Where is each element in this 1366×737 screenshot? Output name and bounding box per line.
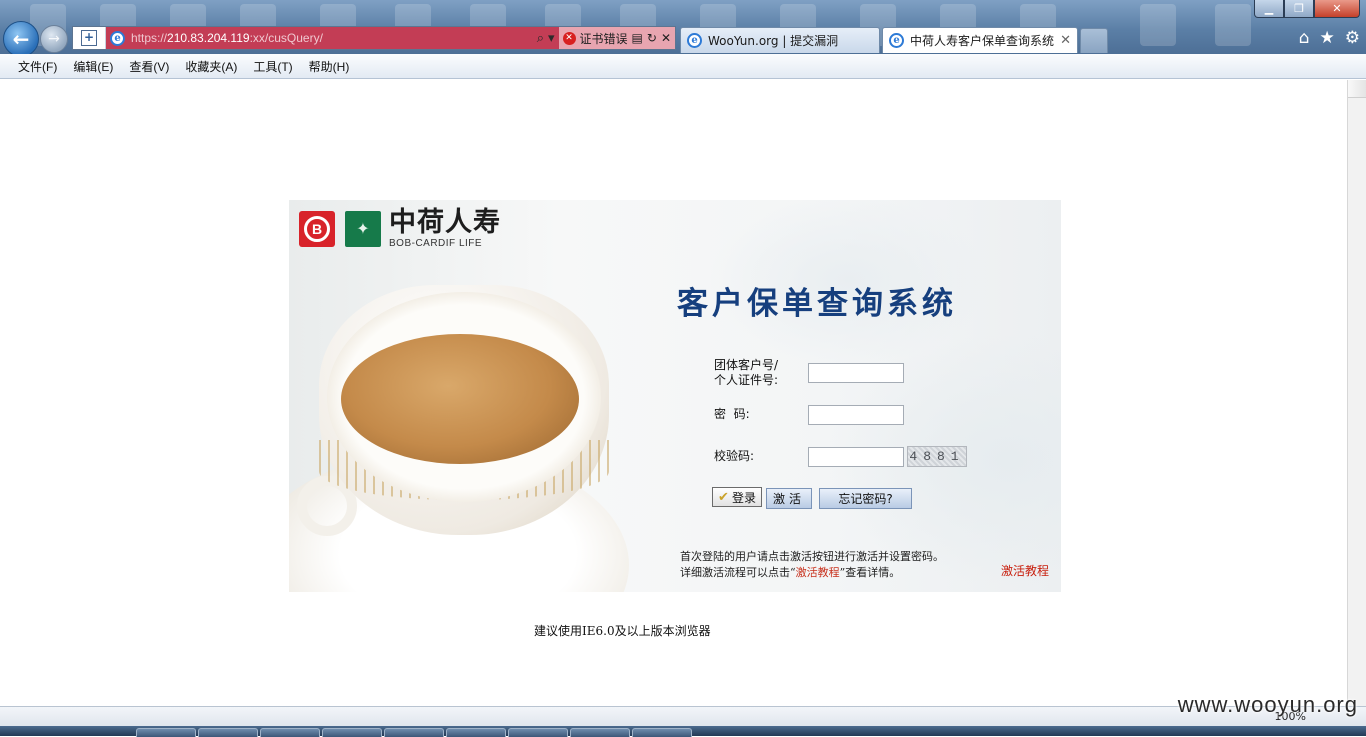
- status-bar: 100%: [0, 706, 1366, 727]
- dropdown-arrow-icon[interactable]: ▾: [548, 31, 555, 46]
- tab-title: 中荷人寿客户保单查询系统: [910, 34, 1055, 48]
- compatibility-button[interactable]: +: [73, 27, 106, 49]
- close-icon: ✕: [1332, 2, 1342, 15]
- company-logo: B ✦ 中荷人寿 BOB-CARDIF LIFE: [299, 208, 501, 249]
- menu-bar: 文件(F) 编辑(E) 查看(V) 收藏夹(A) 工具(T) 帮助(H): [0, 54, 1366, 79]
- browser-advice: 建议使用IE6.0及以上版本浏览器: [534, 624, 711, 638]
- captcha-input[interactable]: [808, 447, 904, 467]
- search-icon[interactable]: ⌕: [537, 31, 544, 46]
- add-site-icon: +: [81, 30, 97, 46]
- captcha-label: 校验码:: [714, 449, 755, 463]
- settings-gear-icon[interactable]: ⚙: [1345, 28, 1360, 48]
- tab-policy-query[interactable]: e 中荷人寿客户保单查询系统 ✕: [882, 27, 1078, 53]
- home-icon[interactable]: ⌂: [1299, 28, 1310, 48]
- back-button[interactable]: ←: [3, 21, 39, 54]
- ie-page-icon: e: [110, 30, 125, 46]
- menu-edit[interactable]: 编辑(E): [73, 58, 113, 75]
- forgot-password-button[interactable]: 忘记密码?: [819, 488, 912, 509]
- close-window-button[interactable]: ✕: [1314, 0, 1360, 18]
- vertical-scrollbar[interactable]: [1347, 80, 1366, 706]
- activation-tutorial-link[interactable]: 激活教程: [1001, 562, 1049, 579]
- arrow-right-icon: →: [48, 31, 60, 47]
- menu-help[interactable]: 帮助(H): [309, 58, 350, 75]
- new-tab-button[interactable]: [1080, 28, 1108, 53]
- customer-id-input[interactable]: [808, 363, 904, 383]
- forward-button[interactable]: →: [40, 25, 68, 53]
- ie-tab-icon: e: [687, 33, 702, 48]
- arrow-left-icon: ←: [12, 27, 30, 51]
- tab-wooyun[interactable]: e WooYun.org | 提交漏洞: [680, 27, 880, 53]
- ie-tab-icon: e: [889, 33, 904, 48]
- menu-favorites[interactable]: 收藏夹(A): [185, 58, 237, 75]
- page-title: 客户保单查询系统: [677, 286, 957, 322]
- favorites-star-icon[interactable]: ★: [1320, 28, 1335, 48]
- login-button[interactable]: ✔ 登录: [712, 487, 762, 507]
- password-label: 密 码:: [714, 407, 750, 421]
- error-x-icon: ✕: [562, 31, 576, 45]
- url-field[interactable]: e https://210.83.204.119:xx/cusQuery/: [106, 27, 537, 49]
- certificate-error-label: 证书错误: [579, 31, 628, 46]
- address-bar[interactable]: + e https://210.83.204.119:xx/cusQuery/ …: [72, 26, 676, 50]
- captcha-image[interactable]: 4881: [907, 446, 967, 467]
- restore-icon: ❐: [1294, 2, 1304, 15]
- stop-icon[interactable]: ✕: [661, 31, 671, 45]
- bank-logo-icon: B: [299, 210, 335, 247]
- logo-english-name: BOB-CARDIF LIFE: [389, 238, 483, 249]
- cardif-logo-icon: ✦: [345, 210, 381, 247]
- logo-chinese-name: 中荷人寿: [389, 207, 501, 238]
- minimize-icon: ▁: [1264, 2, 1274, 15]
- refresh-icon[interactable]: ↻: [647, 31, 657, 45]
- url-path: :xx/cusQuery/: [249, 31, 323, 45]
- watermark: www.wooyun.org: [1177, 692, 1358, 717]
- login-banner: B ✦ 中荷人寿 BOB-CARDIF LIFE 客户保单查询系统 团体客户号/…: [289, 200, 1061, 592]
- activate-button[interactable]: 激活: [766, 488, 812, 509]
- url-text: https://210.83.204.119:xx/cusQuery/: [131, 31, 323, 45]
- activation-note-line1: 首次登陆的用户请点击激活按钮进行激活并设置密码。: [680, 550, 944, 563]
- tab-title: WooYun.org | 提交漏洞: [708, 34, 839, 48]
- menu-tools[interactable]: 工具(T): [253, 58, 292, 75]
- browser-title-bar: ▁ ❐ ✕ ← → + e https://210.83.204.119:xx/…: [0, 0, 1366, 54]
- taskbar: [0, 726, 1366, 737]
- minimize-button[interactable]: ▁: [1254, 0, 1284, 18]
- tab-close-icon[interactable]: ✕: [1060, 33, 1071, 48]
- url-prefix: https://: [131, 31, 168, 45]
- checkmark-icon: ✔: [718, 489, 729, 505]
- activation-tutorial-inline-link[interactable]: 激活教程: [796, 566, 840, 579]
- tea-image: [341, 334, 579, 464]
- url-host: 210.83.204.119: [167, 31, 250, 45]
- id-label: 团体客户号/ 个人证件号:: [714, 358, 779, 387]
- activation-note-line2: 详细激活流程可以点击“激活教程”查看详情。: [680, 566, 901, 579]
- compat-view-icon[interactable]: ▤: [632, 31, 643, 45]
- menu-view[interactable]: 查看(V): [129, 58, 169, 75]
- maximize-button[interactable]: ❐: [1284, 0, 1314, 18]
- scroll-up-arrow[interactable]: [1348, 80, 1366, 98]
- certificate-error-button[interactable]: ✕ 证书错误 ▤ ↻ ✕: [558, 27, 675, 49]
- menu-file[interactable]: 文件(F): [18, 58, 57, 75]
- password-input[interactable]: [808, 405, 904, 425]
